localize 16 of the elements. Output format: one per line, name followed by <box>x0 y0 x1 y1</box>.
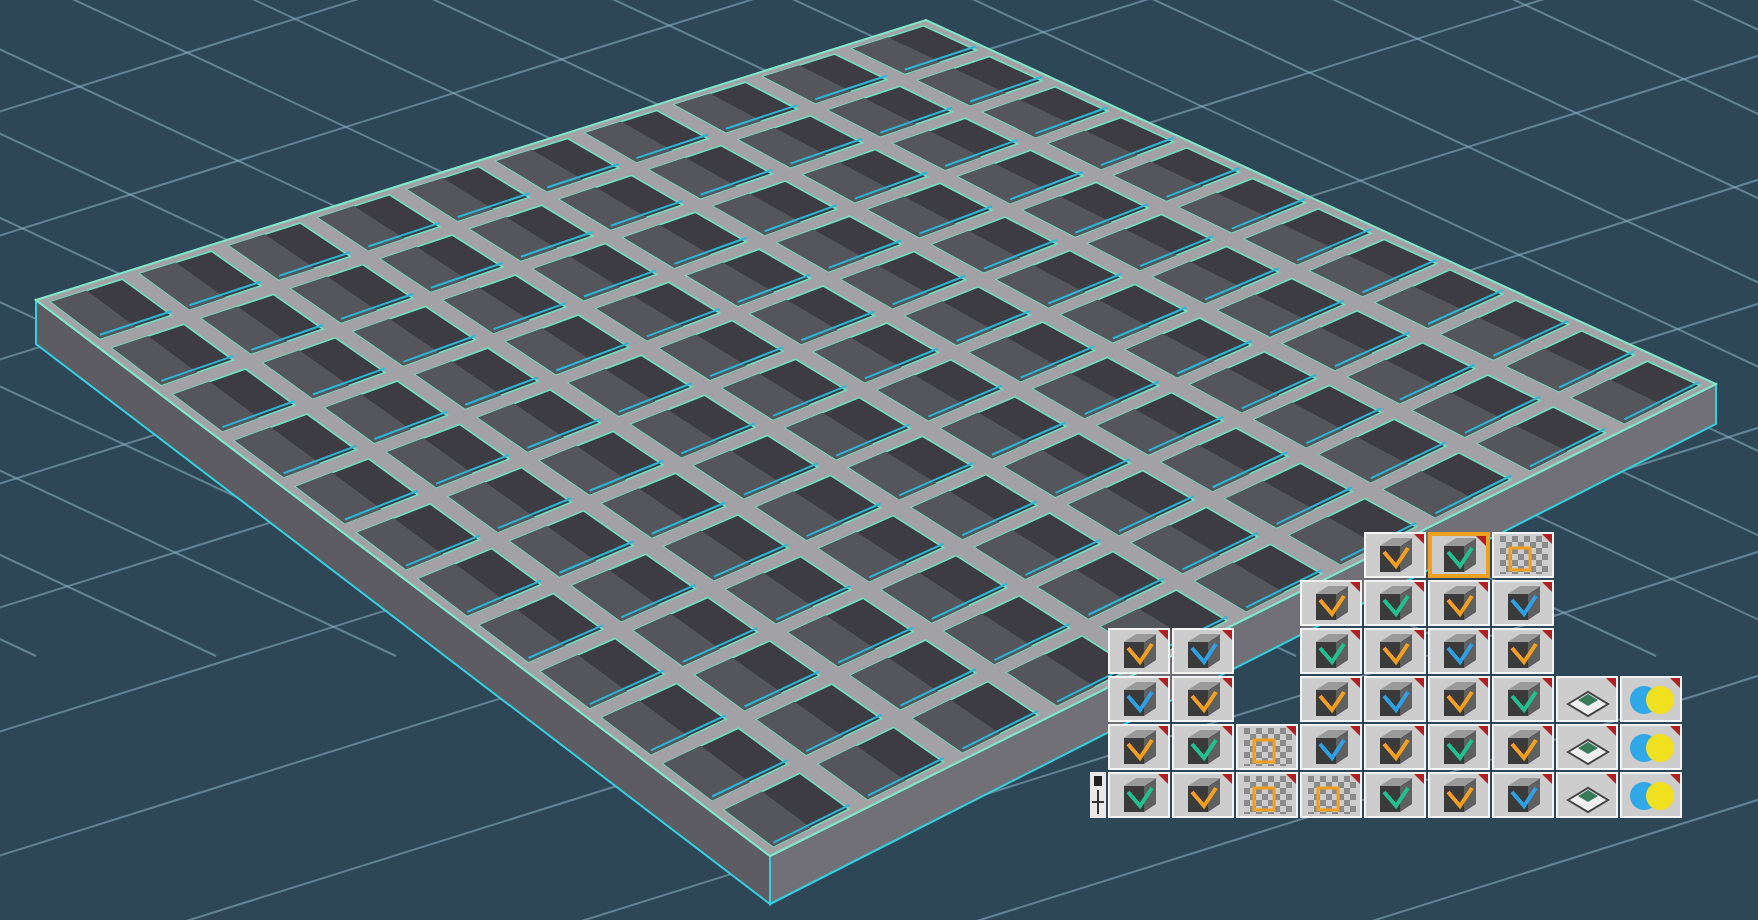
grid-hole <box>722 772 851 848</box>
palette-handle[interactable] <box>1090 772 1106 818</box>
checkered-cube-icon <box>1307 776 1355 814</box>
grid-hole <box>817 726 946 801</box>
checkered-cube-icon <box>1243 728 1291 766</box>
grid-hole <box>1570 360 1702 425</box>
grid-hole <box>1381 451 1513 519</box>
grid-hole <box>850 24 979 75</box>
checkered-cube-icon <box>1243 776 1291 814</box>
spheres-icon <box>1627 728 1675 766</box>
spheres-icon <box>1627 776 1675 814</box>
grid-hole <box>1476 406 1608 472</box>
tool-button[interactable] <box>1428 532 1490 578</box>
checkered-cube-icon <box>1499 536 1547 574</box>
grid-hole <box>911 680 1040 754</box>
spheres-icon <box>1627 680 1675 718</box>
